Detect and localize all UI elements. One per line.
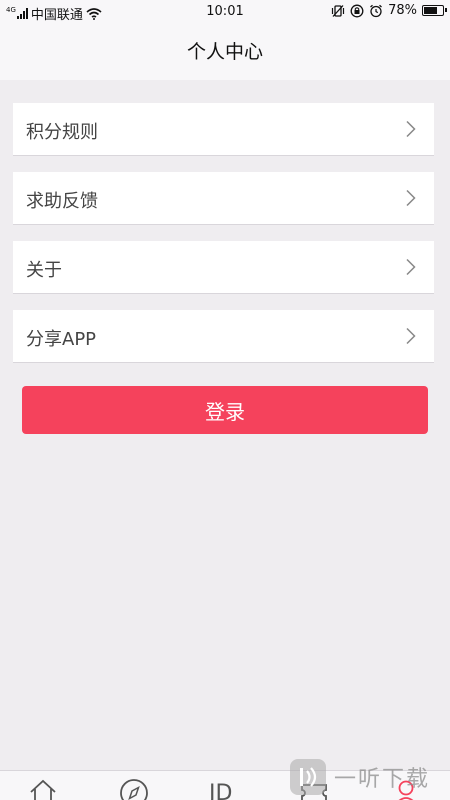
vibrate-icon <box>331 4 345 17</box>
battery-percent: 78% <box>388 3 417 18</box>
menu-item-about[interactable]: 关于 <box>13 241 434 294</box>
status-right: 78% <box>331 3 447 18</box>
menu-item-points-rules[interactable]: 积分规则 <box>13 103 434 156</box>
watermark: 一听下载 <box>290 754 450 800</box>
menu-item-share-app[interactable]: 分享APP <box>13 310 434 363</box>
alarm-icon <box>370 4 383 17</box>
tab-home[interactable] <box>27 777 59 800</box>
menu-item-label: 求助反馈 <box>26 191 98 212</box>
watermark-text: 一听下载 <box>334 767 431 792</box>
battery-level <box>424 7 437 14</box>
login-button[interactable]: 登录 <box>22 386 428 434</box>
chevron-right-icon <box>406 258 416 276</box>
battery-icon <box>422 5 447 16</box>
chevron-right-icon <box>406 327 416 345</box>
tab-discover[interactable] <box>118 777 150 800</box>
menu-item-label: 分享APP <box>26 329 97 350</box>
watermark-logo-icon <box>290 759 326 795</box>
screen: 4G 中国联通 10:01 78% 个人中心 积分规则 求助反馈 关于 分享AP… <box>0 0 450 800</box>
rotation-lock-icon <box>350 4 364 17</box>
tab-jd[interactable]: JD <box>205 777 237 800</box>
status-bar: 4G 中国联通 10:01 78% <box>0 0 450 24</box>
menu-item-label: 关于 <box>26 260 62 281</box>
menu-item-label: 积分规则 <box>26 122 98 143</box>
home-icon <box>30 779 56 800</box>
menu-item-help-feedback[interactable]: 求助反馈 <box>13 172 434 225</box>
page-title: 个人中心 <box>186 41 263 63</box>
compass-icon <box>120 779 148 800</box>
chevron-right-icon <box>406 189 416 207</box>
chevron-right-icon <box>406 120 416 138</box>
jd-icon: JD <box>209 781 233 800</box>
